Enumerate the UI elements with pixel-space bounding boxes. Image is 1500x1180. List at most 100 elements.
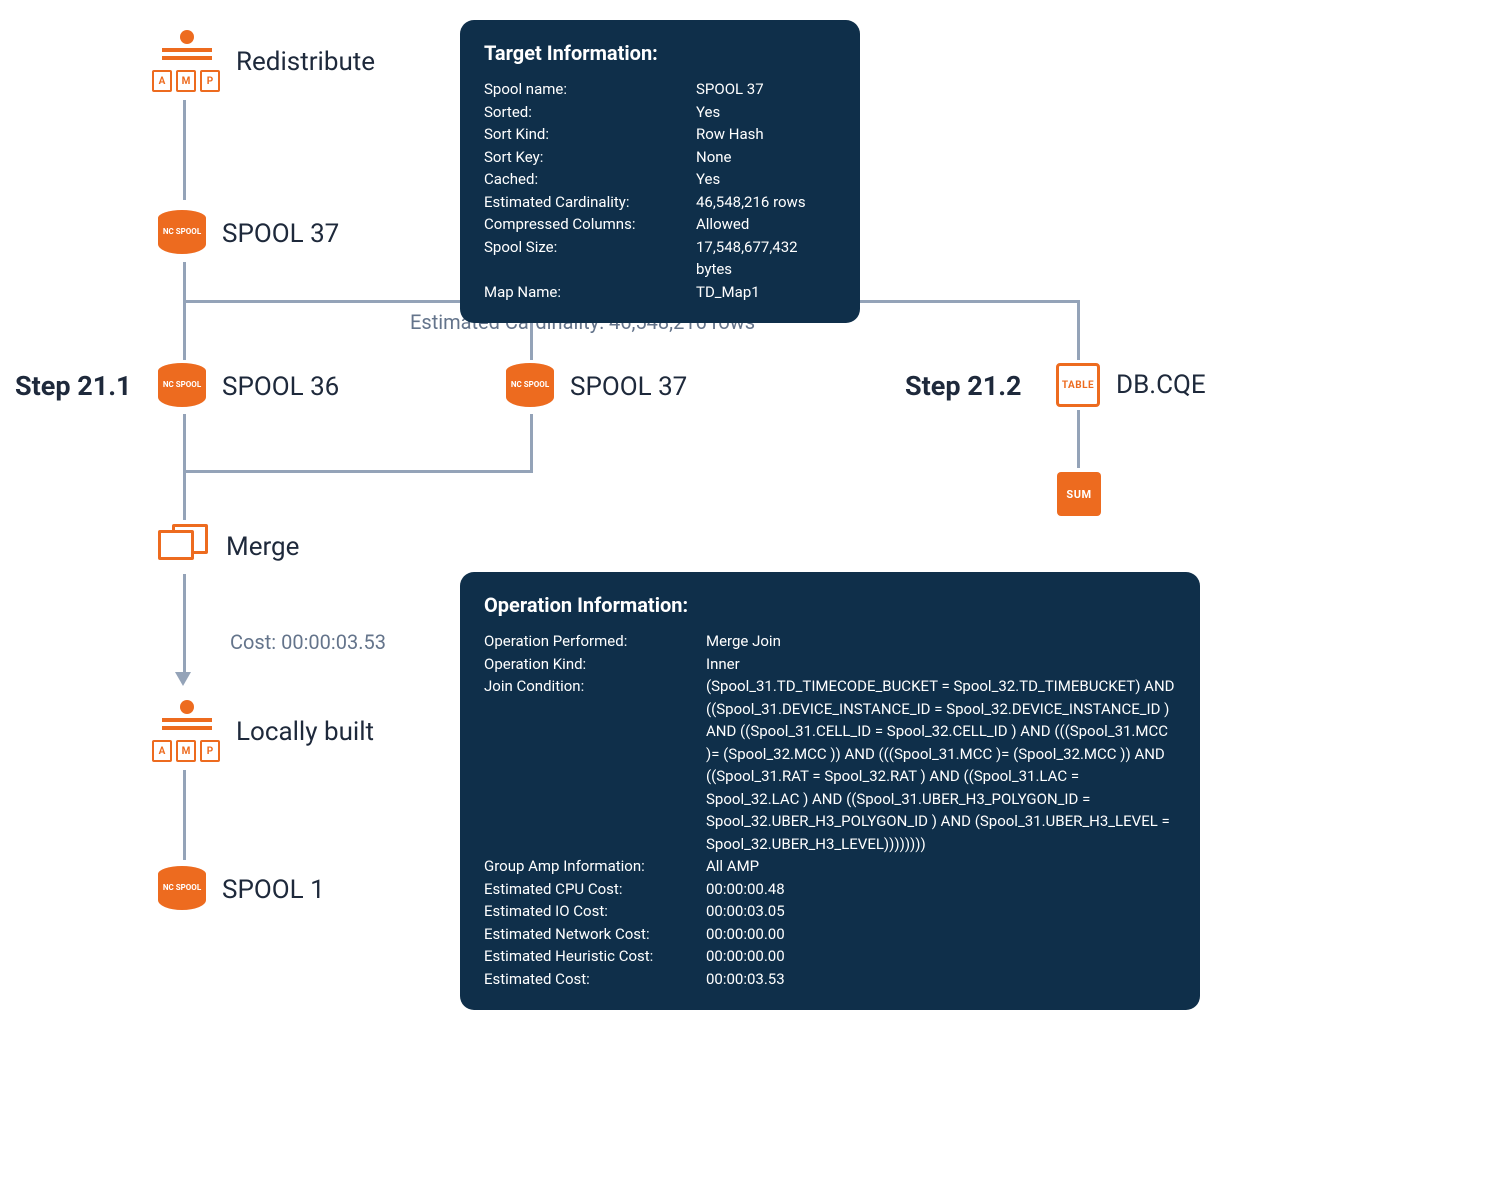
info-row: Operation Kind: Inner xyxy=(484,653,1176,676)
info-row: Operation Performed: Merge Join xyxy=(484,630,1176,653)
sum-icon: SUM xyxy=(1057,472,1101,516)
info-value: (Spool_31.TD_TIMECODE_BUCKET = Spool_32.… xyxy=(706,675,1176,855)
connector xyxy=(183,414,186,470)
operation-info-rows: Operation Performed:Merge JoinOperation … xyxy=(484,630,1176,990)
amp-box-a: A xyxy=(152,70,172,92)
spool-37-mid-label: SPOOL 37 xyxy=(570,372,687,402)
spool-36-label: SPOOL 36 xyxy=(222,372,339,402)
redistribute-icon: A M P xyxy=(150,30,220,94)
info-value: Merge Join xyxy=(706,630,1176,653)
info-key: Sort Kind: xyxy=(484,123,684,146)
spool-icon: NC SPOOL xyxy=(506,363,554,411)
connector xyxy=(183,300,186,360)
sum-node: SUM xyxy=(1057,472,1101,516)
table-icon: TABLE xyxy=(1056,363,1100,407)
info-row: Estimated Cardinality: 46,548,216 rows xyxy=(484,191,836,214)
spool-37-mid-node: NC SPOOL SPOOL 37 xyxy=(506,363,687,411)
info-value: 00:00:00.00 xyxy=(706,945,1176,968)
info-row: Compressed Columns: Allowed xyxy=(484,213,836,236)
spool-36-node: NC SPOOL SPOOL 36 xyxy=(158,363,339,411)
connector xyxy=(530,414,533,470)
info-value: 00:00:03.53 xyxy=(706,968,1176,991)
info-value: All AMP xyxy=(706,855,1176,878)
info-value: None xyxy=(696,146,836,169)
target-info-panel: Target Information: Spool name:SPOOL 37S… xyxy=(460,20,860,323)
step-21-1-label: Step 21.1 xyxy=(15,370,132,402)
info-value: 00:00:00.00 xyxy=(706,923,1176,946)
spool-icon: NC SPOOL xyxy=(158,866,206,914)
info-key: Estimated Cardinality: xyxy=(484,191,684,214)
locally-built-label: Locally built xyxy=(236,717,374,747)
connector xyxy=(183,470,533,473)
step-21-2-label: Step 21.2 xyxy=(905,370,1022,402)
locally-built-node: A M P Locally built xyxy=(150,700,374,764)
redistribute-node: A M P Redistribute xyxy=(150,30,375,94)
info-row: Group Amp Information: All AMP xyxy=(484,855,1176,878)
spool-1-node: NC SPOOL SPOOL 1 xyxy=(158,866,325,914)
info-value: 46,548,216 rows xyxy=(696,191,836,214)
info-value: 17,548,677,432 bytes xyxy=(696,236,836,281)
amp-box-p: P xyxy=(200,70,220,92)
connector xyxy=(183,574,186,674)
db-cqe-node: TABLE DB.CQE xyxy=(1056,363,1206,407)
info-row: Join Condition:(Spool_31.TD_TIMECODE_BUC… xyxy=(484,675,1176,855)
info-value: TD_Map1 xyxy=(696,281,836,304)
merge-label: Merge xyxy=(226,532,299,562)
info-key: Estimated IO Cost: xyxy=(484,900,694,923)
amp-box-m: M xyxy=(176,70,196,92)
info-key: Estimated Cost: xyxy=(484,968,694,991)
info-value: Yes xyxy=(696,101,836,124)
locally-built-icon: A M P xyxy=(150,700,220,764)
info-key: Join Condition: xyxy=(484,675,694,855)
info-row: Map Name: TD_Map1 xyxy=(484,281,836,304)
info-value: 00:00:03.05 xyxy=(706,900,1176,923)
merge-node: Merge xyxy=(158,524,299,570)
info-row: Sort Kind: Row Hash xyxy=(484,123,836,146)
arrow-down-icon xyxy=(175,672,191,686)
connector xyxy=(1077,410,1080,468)
info-row: Spool Size: 17,548,677,432 bytes xyxy=(484,236,836,281)
info-key: Map Name: xyxy=(484,281,684,304)
spool-1-label: SPOOL 1 xyxy=(222,875,325,905)
info-value: Inner xyxy=(706,653,1176,676)
info-row: Estimated IO Cost: 00:00:03.05 xyxy=(484,900,1176,923)
info-key: Sorted: xyxy=(484,101,684,124)
db-cqe-label: DB.CQE xyxy=(1116,370,1206,400)
info-value: Allowed xyxy=(696,213,836,236)
info-value: 00:00:00.48 xyxy=(706,878,1176,901)
info-row: Estimated Network Cost: 00:00:00.00 xyxy=(484,923,1176,946)
operation-info-panel: Operation Information: Operation Perform… xyxy=(460,572,1200,1010)
info-key: Spool name: xyxy=(484,78,684,101)
spool-icon: NC SPOOL xyxy=(158,363,206,411)
spool-icon: NC SPOOL xyxy=(158,210,206,258)
cost-label: Cost: 00:00:03.53 xyxy=(230,630,386,654)
info-value: Row Hash xyxy=(696,123,836,146)
info-row: Sort Key: None xyxy=(484,146,836,169)
info-row: Sorted: Yes xyxy=(484,101,836,124)
info-row: Estimated Heuristic Cost: 00:00:00.00 xyxy=(484,945,1176,968)
info-key: Spool Size: xyxy=(484,236,684,281)
info-key: Sort Key: xyxy=(484,146,684,169)
info-row: Estimated Cost: 00:00:03.53 xyxy=(484,968,1176,991)
operation-info-title: Operation Information: xyxy=(484,590,1176,620)
redistribute-label: Redistribute xyxy=(236,47,375,77)
diagram-canvas: A M P Redistribute NC SPOOL SPOOL 37 Est… xyxy=(0,0,1500,1180)
target-info-rows: Spool name:SPOOL 37Sorted: Yes Sort Kind: R… xyxy=(484,78,836,303)
info-row: Spool name:SPOOL 37 xyxy=(484,78,836,101)
info-key: Group Amp Information: xyxy=(484,855,694,878)
merge-icon xyxy=(158,524,210,570)
info-key: Cached: xyxy=(484,168,684,191)
target-info-title: Target Information: xyxy=(484,38,836,68)
spool-37-top-label: SPOOL 37 xyxy=(222,219,339,249)
info-key: Estimated CPU Cost: xyxy=(484,878,694,901)
info-key: Operation Kind: xyxy=(484,653,694,676)
info-key: Operation Performed: xyxy=(484,630,694,653)
connector xyxy=(183,770,186,860)
connector xyxy=(1077,300,1080,360)
info-key: Estimated Network Cost: xyxy=(484,923,694,946)
info-key: Compressed Columns: xyxy=(484,213,684,236)
connector xyxy=(183,100,186,200)
info-row: Estimated CPU Cost: 00:00:00.48 xyxy=(484,878,1176,901)
info-row: Cached:Yes xyxy=(484,168,836,191)
info-key: Estimated Heuristic Cost: xyxy=(484,945,694,968)
